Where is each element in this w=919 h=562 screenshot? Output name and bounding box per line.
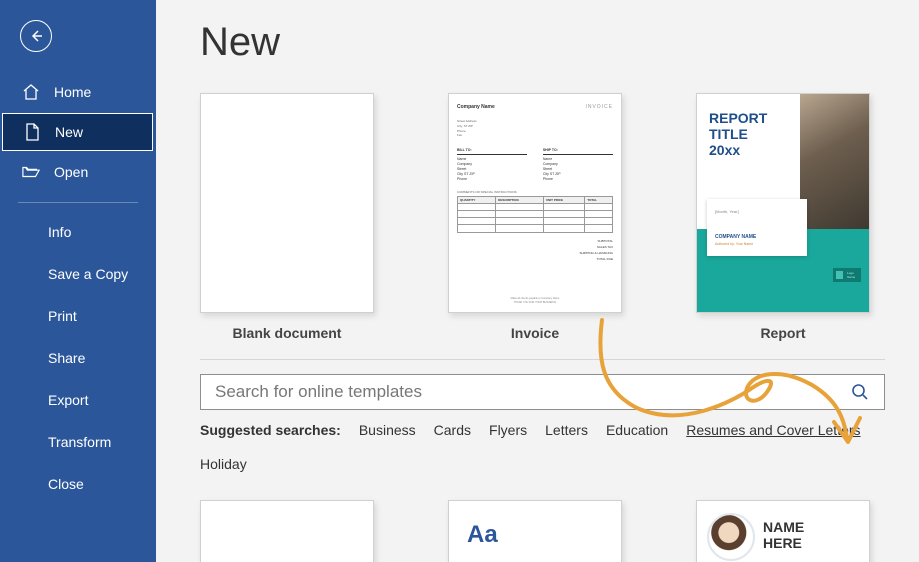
page-title: New <box>200 20 919 65</box>
backstage-sidebar: Home New Open Info Save a Copy Print Sha… <box>0 0 156 562</box>
suggested-link-education[interactable]: Education <box>606 422 668 438</box>
sidebar-divider <box>18 202 138 203</box>
sidebar-item-home[interactable]: Home <box>0 72 156 112</box>
suggested-link-business[interactable]: Business <box>359 422 416 438</box>
main-panel: New Blank document Company NameINVOICE S… <box>156 0 919 562</box>
template-preview-text: NAMEHERE <box>763 501 804 561</box>
sidebar-item-print[interactable]: Print <box>0 295 156 337</box>
avatar <box>707 513 755 561</box>
template-thumbnail: Company NameINVOICE Street AddressCity, … <box>448 93 622 313</box>
sidebar-item-info[interactable]: Info <box>0 211 156 253</box>
template-thumbnail <box>200 93 374 313</box>
template-thumbnail: REPORT TITLE20xx [Month, Year] COMPANY N… <box>696 93 870 313</box>
suggested-link-letters[interactable]: Letters <box>545 422 588 438</box>
document-icon <box>23 123 41 141</box>
search-icon[interactable] <box>850 382 870 402</box>
sidebar-item-open[interactable]: Open <box>0 152 156 192</box>
template-label: Blank document <box>233 325 342 341</box>
suggested-link-resumes[interactable]: Resumes and Cover Letters <box>686 422 860 438</box>
template-thumbnail[interactable]: NAMEHERE <box>696 500 870 562</box>
template-thumbnail[interactable] <box>200 500 374 562</box>
template-thumbnail[interactable]: Aa <box>448 500 622 562</box>
sidebar-item-label: Home <box>54 84 91 100</box>
suggested-label: Suggested searches: <box>200 422 341 438</box>
sidebar-item-label: New <box>55 124 83 140</box>
sidebar-item-label: Open <box>54 164 88 180</box>
suggested-link-flyers[interactable]: Flyers <box>489 422 527 438</box>
sidebar-item-share[interactable]: Share <box>0 337 156 379</box>
suggested-link-cards[interactable]: Cards <box>434 422 471 438</box>
sidebar-item-new[interactable]: New <box>2 113 153 151</box>
template-row-2: Aa NAMEHERE <box>200 500 919 562</box>
suggested-searches: Suggested searches: Business Cards Flyer… <box>200 422 885 472</box>
sidebar-item-close[interactable]: Close <box>0 463 156 505</box>
template-report[interactable]: REPORT TITLE20xx [Month, Year] COMPANY N… <box>696 93 870 341</box>
template-invoice[interactable]: Company NameINVOICE Street AddressCity, … <box>448 93 622 341</box>
folder-open-icon <box>22 163 40 181</box>
search-box[interactable] <box>200 374 885 410</box>
featured-templates: Blank document Company NameINVOICE Stree… <box>200 93 885 360</box>
back-button[interactable] <box>20 20 52 52</box>
home-icon <box>22 83 40 101</box>
sidebar-item-save-a-copy[interactable]: Save a Copy <box>0 253 156 295</box>
template-blank-document[interactable]: Blank document <box>200 93 374 341</box>
template-label: Invoice <box>511 325 559 341</box>
search-input[interactable] <box>215 382 850 402</box>
suggested-link-holiday[interactable]: Holiday <box>200 456 247 472</box>
sidebar-item-export[interactable]: Export <box>0 379 156 421</box>
arrow-left-icon <box>28 28 44 44</box>
search-container: Suggested searches: Business Cards Flyer… <box>200 374 885 472</box>
template-preview-text: Aa <box>449 501 621 549</box>
sidebar-item-transform[interactable]: Transform <box>0 421 156 463</box>
template-label: Report <box>760 325 805 341</box>
